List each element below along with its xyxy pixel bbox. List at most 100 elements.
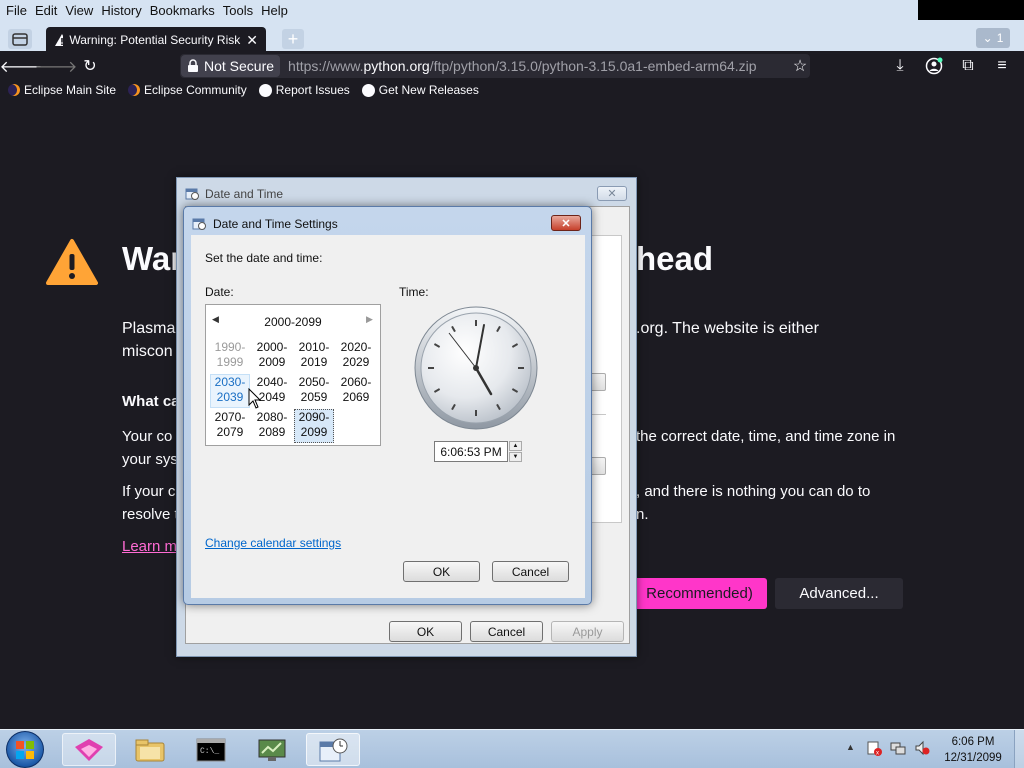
decade-end: 1999 [216,355,244,369]
time-spin-down[interactable]: ▼ [509,452,522,462]
show-hidden-icons-button[interactable]: ▲ [846,742,855,752]
inner-cancel-button[interactable]: Cancel [492,561,569,582]
menu-file[interactable]: File [2,3,31,18]
forward-button[interactable]: 🡒 [35,55,78,77]
paragraph-3-left: If your c resolve t [122,480,179,526]
decade-cell[interactable]: 2070- 2079 [210,409,250,443]
time-input[interactable]: 6:06:53 PM [434,441,508,462]
inner-close-button[interactable]: ✕ [551,215,581,231]
chevron-down-icon: ⌄ [982,31,993,45]
extensions-button[interactable]: ⧉ [957,55,979,77]
close-icon: ✕ [561,217,571,230]
taskbar-control-panel-button[interactable] [245,733,299,766]
decade-end: 2029 [342,355,370,369]
network-icon[interactable] [890,740,906,756]
menu-bookmarks[interactable]: Bookmarks [146,3,219,18]
change-calendar-settings-link[interactable]: Change calendar settings [205,536,341,550]
menu-tools[interactable]: Tools [219,3,257,18]
decade-start: 1990- [214,340,246,354]
what-can-heading: What ca [122,393,180,410]
calendar-header[interactable]: 2000-2099 [206,315,380,329]
menu-history[interactable]: History [97,3,145,18]
bookmark-eclipse-main-site[interactable]: Eclipse Main Site [8,83,116,97]
app-menu-button[interactable]: ≡ [991,55,1013,77]
bookmark-report-issues[interactable]: Report Issues [258,83,350,97]
lock-icon [188,59,198,72]
inner-ok-button[interactable]: OK [403,561,480,582]
decade-cell[interactable]: 2080- 2089 [252,409,292,443]
bookmark-label: Report Issues [275,83,350,97]
url-domain: python.org [363,58,430,74]
menu-view[interactable]: View [61,3,97,18]
learn-more-link[interactable]: Learn m [122,535,177,558]
decade-start: 2090- [298,410,330,424]
clock-date: 12/31/2099 [944,752,1002,764]
tab-overflow-button[interactable]: ⌄ 1 [976,28,1010,48]
calendar-next-button[interactable]: ▶ [366,314,373,325]
reload-icon: ↻ [83,58,97,75]
action-center-icon[interactable]: x [866,740,882,757]
date-time-settings-dialog: Date and Time Settings ✕ Set the date an… [183,206,592,605]
tabs-icon [12,33,28,46]
show-desktop-button[interactable] [1014,730,1024,768]
advanced-button[interactable]: Advanced... [775,578,903,609]
decade-cell[interactable]: 2060- 2069 [336,374,376,408]
downloads-button[interactable]: ⤓ [889,55,911,77]
decade-start: 2000- [256,340,288,354]
decade-cell[interactable]: 2000- 2009 [252,339,292,373]
decade-start: 2050- [298,375,330,389]
decade-cell[interactable]: 1990- 1999 [210,339,250,373]
go-back-recommended-button[interactable]: Recommended) [620,578,767,609]
decade-start: 2010- [298,340,330,354]
reload-button[interactable]: ↻ [79,55,101,77]
taskbar-cmd-button[interactable]: C:\_ [184,733,238,766]
bookmark-get-new-releases[interactable]: Get New Releases [361,83,479,97]
system-clock[interactable]: 6:06 PM 12/31/2099 [936,734,1010,766]
time-spin-up[interactable]: ▲ [509,441,522,451]
menu-edit[interactable]: Edit [31,3,61,18]
decade-cell[interactable]: 2090- 2099 [294,409,334,443]
menu-help[interactable]: Help [257,3,292,18]
decade-end: 2099 [300,425,328,439]
start-button[interactable] [6,731,44,768]
url-text: https://www.python.org/ftp/python/3.15.0… [288,58,757,74]
date-label: Date: [205,285,234,299]
bookmark-eclipse-community[interactable]: Eclipse Community [128,83,247,97]
tab-security-warning[interactable]: Warning: Potential Security Risk ✕ [46,27,266,53]
text-line: Plasma [122,320,176,337]
spin-up-icon: ▲ [512,443,519,449]
outer-apply-button[interactable]: Apply [551,621,624,642]
account-button[interactable] [923,55,945,77]
new-tab-button[interactable]: + [282,29,304,49]
outer-cancel-button[interactable]: Cancel [470,621,543,642]
calendar-clock-icon [185,188,199,200]
tab-title: Warning: Potential Security Risk [69,33,241,47]
decade-cell[interactable]: 2020- 2029 [336,339,376,373]
taskbar-datetime-button[interactable] [306,733,360,766]
calendar-control: ◀ 2000-2099 ▶ 1990- 1999 2000- 2009 2010- 201… [205,304,381,446]
url-bar[interactable]: Not Secure https://www.python.org/ftp/py… [180,54,810,78]
volume-muted-icon[interactable] [914,740,930,756]
taskbar-browser-button[interactable] [62,733,116,766]
site-security-indicator[interactable]: Not Secure [181,55,281,77]
hamburger-menu-icon: ≡ [997,57,1007,74]
warning-triangle-icon [46,239,98,285]
calendar-clock-icon [319,738,348,761]
text-line: Your co [122,428,173,445]
bookmark-star-button[interactable]: ☆ [789,55,811,77]
decade-start: 2060- [340,375,372,389]
firefox-view-button[interactable] [8,29,32,49]
back-button[interactable]: 🡐 [0,55,42,77]
outer-ok-button[interactable]: OK [389,621,462,642]
star-icon: ☆ [792,58,808,75]
close-tab-icon[interactable]: ✕ [246,32,258,49]
decade-cell[interactable]: 2030- 2039 [210,374,250,408]
taskbar: C:\_ ▲ x 6:06 PM 12/31/2099 [0,729,1024,768]
decade-cell[interactable]: 2050- 2059 [294,374,334,408]
decade-end: 2009 [258,355,286,369]
forward-arrow-icon: 🡒 [34,58,78,76]
taskbar-explorer-button[interactable] [123,733,177,766]
outer-close-button[interactable]: ✕ [597,186,627,201]
decade-cell[interactable]: 2010- 2019 [294,339,334,373]
triangle-right-icon: ▶ [366,314,373,324]
